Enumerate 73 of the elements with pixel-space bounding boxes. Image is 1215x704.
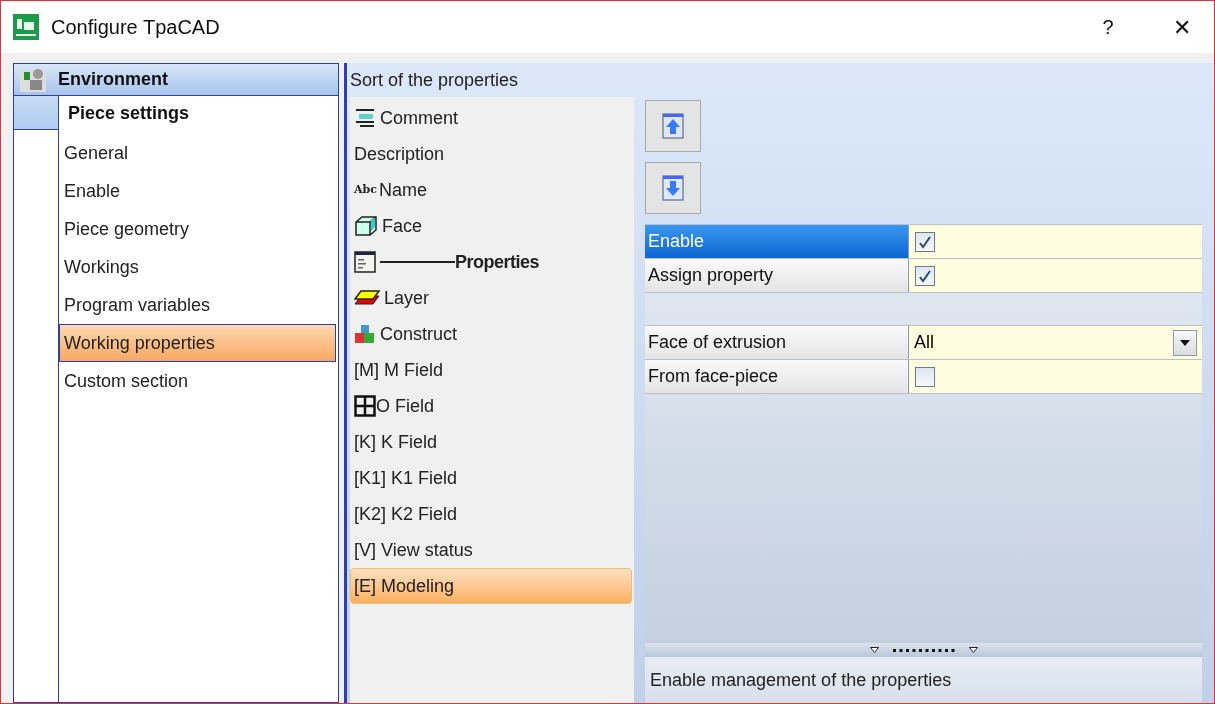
sort-item-label: Description <box>354 142 445 166</box>
help-button[interactable]: ? <box>1088 12 1128 42</box>
triangle-icon <box>968 647 978 653</box>
window-title: Configure TpaCAD <box>51 15 220 40</box>
blocks-icon <box>354 324 376 344</box>
sort-list-item[interactable]: [V] View status <box>350 532 634 568</box>
property-value-field[interactable]: All <box>909 326 1202 359</box>
move-down-button[interactable] <box>645 162 701 214</box>
sort-list-item[interactable]: Comment <box>350 100 634 136</box>
form-icon <box>354 251 376 273</box>
property-label[interactable]: From face-piece <box>645 360 909 393</box>
checkbox[interactable] <box>915 231 935 252</box>
sort-item-label: Comment <box>380 106 459 130</box>
abc-icon: Abc <box>354 181 377 199</box>
close-button[interactable]: ✕ <box>1162 10 1202 44</box>
property-value-field[interactable] <box>909 360 1202 393</box>
sidebar-header[interactable]: Environment <box>14 64 338 96</box>
sidebar-section-label[interactable]: Piece settings <box>59 96 190 130</box>
sort-item-label: Face <box>382 214 423 238</box>
grid-icon <box>354 395 376 417</box>
sort-list-item[interactable]: [M] M Field <box>350 352 634 388</box>
dropdown-button[interactable] <box>1173 329 1197 356</box>
sort-list-item[interactable]: Description <box>350 136 634 172</box>
sort-list-item[interactable]: Construct <box>350 316 634 352</box>
sort-item-label: [M] M Field <box>354 358 443 382</box>
app-logo-icon <box>13 14 39 40</box>
sidebar-item[interactable]: Piece geometry <box>59 210 336 248</box>
property-label[interactable]: Enable <box>645 225 909 258</box>
sort-item-label: Properties <box>455 250 540 274</box>
splitter-handle[interactable] <box>645 643 1202 657</box>
sidebar-item[interactable]: Working properties <box>59 324 336 362</box>
property-value-field[interactable] <box>909 225 1202 258</box>
sort-item-label: [K2] K2 Field <box>354 502 458 526</box>
property-value-field[interactable] <box>909 259 1202 292</box>
sort-list-item[interactable]: O Field <box>350 388 634 424</box>
sidebar-item[interactable]: General <box>59 134 336 172</box>
description-text: Enable management of the properties <box>650 668 952 692</box>
sort-item-label: [V] View status <box>354 538 473 562</box>
sort-item-label: Layer <box>384 286 430 310</box>
sort-list-item[interactable]: Layer <box>350 280 634 316</box>
sort-item-label: Construct <box>380 322 458 346</box>
sort-item-label: [K] K Field <box>354 430 438 454</box>
sort-item-label: [E] Modeling <box>354 574 455 598</box>
check-icon <box>918 268 932 283</box>
caret-icon <box>1180 339 1190 346</box>
property-label[interactable]: Assign property <box>645 259 909 292</box>
sort-list-item[interactable]: Properties <box>350 244 634 280</box>
sort-list-item[interactable]: [K2] K2 Field <box>350 496 634 532</box>
sort-list-item[interactable]: [K1] K1 Field <box>350 460 634 496</box>
panel-title: Sort of the properties <box>350 69 520 92</box>
checkbox[interactable] <box>915 366 935 387</box>
checkbox[interactable] <box>915 265 935 286</box>
cube-icon <box>354 215 378 237</box>
layers-icon <box>354 289 380 307</box>
triangle-icon <box>869 647 879 653</box>
sort-list-item[interactable]: Face <box>350 208 634 244</box>
sort-item-label: O Field <box>376 394 435 418</box>
lines-icon <box>354 108 376 128</box>
dots-icon <box>892 648 955 652</box>
sidebar-item[interactable]: Workings <box>59 248 336 286</box>
check-icon <box>918 234 932 249</box>
sort-list-item[interactable]: [K] K Field <box>350 424 634 460</box>
sort-item-label: Name <box>378 178 427 202</box>
sort-item-label: [K1] K1 Field <box>354 466 458 490</box>
sidebar-item[interactable]: Enable <box>59 172 336 210</box>
property-label[interactable]: Face of extrusion <box>645 326 909 359</box>
sidebar-item[interactable]: Program variables <box>59 286 336 324</box>
sort-list-item[interactable]: [E] Modeling <box>350 568 632 604</box>
sidebar-item[interactable]: Custom section <box>59 362 336 400</box>
sort-list-item[interactable]: Abc Name <box>350 172 634 208</box>
dropdown-value: All <box>914 331 935 354</box>
sidebar-header-label: Environment <box>58 68 168 91</box>
move-up-button[interactable] <box>645 100 701 152</box>
